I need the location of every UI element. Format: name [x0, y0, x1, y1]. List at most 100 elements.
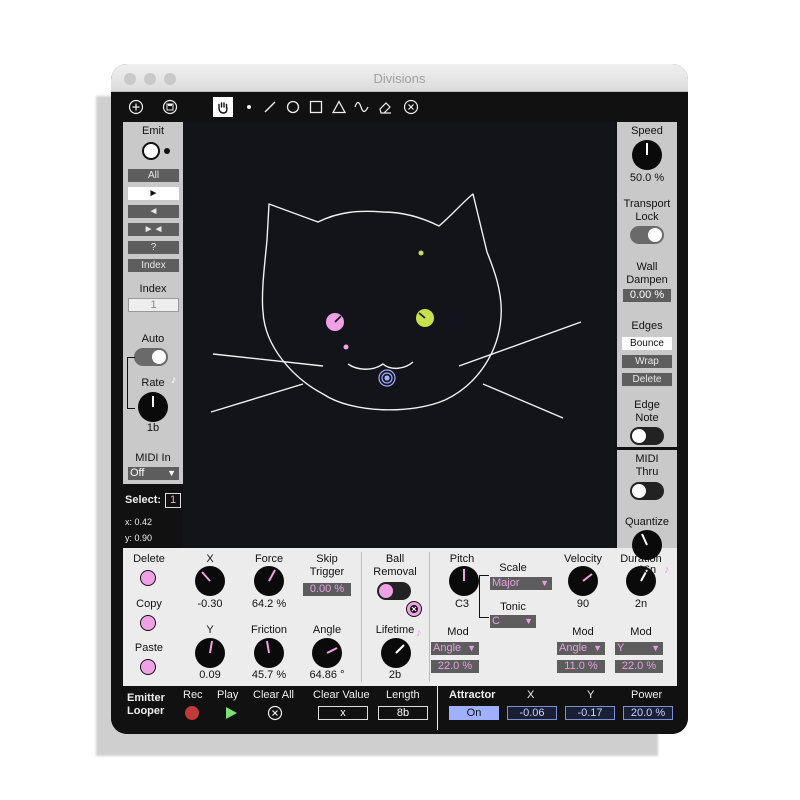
midi-thru-toggle[interactable]	[630, 482, 664, 500]
y-readout: y: 0.90	[125, 533, 153, 543]
mode-all-button[interactable]: All	[128, 169, 179, 182]
transport-lock-label-1: Transport	[623, 198, 671, 210]
wall-dampen-label-2: Dampen	[626, 274, 668, 286]
ball-removal-clear-icon[interactable]	[406, 601, 422, 617]
parameter-strip: Delete Copy Paste X -0.30 Y 0.09 Force 6…	[123, 548, 677, 686]
ball-removal-toggle[interactable]	[377, 582, 411, 600]
circle-icon[interactable]	[284, 98, 302, 116]
mode-pingpong-button[interactable]: ►◄	[128, 223, 179, 236]
delete-label: Delete	[133, 553, 165, 565]
mod1-source-dropdown[interactable]: Angle ▼	[431, 642, 479, 655]
hand-icon[interactable]	[213, 97, 233, 117]
rate-knob[interactable]	[138, 392, 168, 422]
force-knob[interactable]	[254, 566, 284, 596]
midi-in-dropdown[interactable]: Off ▼	[128, 467, 179, 480]
delete-button[interactable]	[140, 570, 156, 586]
mode-random-button[interactable]: ?	[128, 241, 179, 254]
mod2-label: Mod	[572, 626, 594, 638]
angle-knob[interactable]	[312, 638, 342, 668]
y-knob[interactable]	[195, 638, 225, 668]
plugin-window: Divisions Emit All ► ◄ ►◄ ? Index Index …	[111, 64, 688, 734]
point-icon[interactable]	[241, 98, 257, 116]
skip-trigger-label-1: Skip	[316, 553, 338, 565]
title-bar[interactable]: Divisions	[111, 64, 688, 92]
wave-icon[interactable]	[353, 98, 371, 116]
scale-label: Scale	[499, 562, 527, 574]
edges-wrap-button[interactable]: Wrap	[622, 355, 672, 368]
emitter-panel: Emit All ► ◄ ►◄ ? Index Index 1 Auto Rat…	[123, 122, 183, 484]
mode-backward-button[interactable]: ◄	[128, 205, 179, 218]
mode-index-button[interactable]: Index	[128, 259, 179, 272]
record-button[interactable]	[185, 706, 199, 720]
transport-lock-label-2: Lock	[635, 211, 659, 223]
index-number-box[interactable]: 1	[128, 298, 179, 312]
auto-toggle[interactable]	[134, 348, 168, 366]
mod2-amount-box[interactable]: 11.0 %	[557, 660, 605, 673]
square-icon[interactable]	[307, 98, 325, 116]
lifetime-label: Lifetime	[375, 624, 415, 636]
line-icon[interactable]	[261, 98, 279, 116]
clear-icon[interactable]	[402, 98, 420, 116]
midi-in-label: MIDI In	[135, 452, 171, 464]
force-value: 64.2 %	[251, 598, 287, 610]
mod1-source: Angle	[433, 642, 462, 654]
midi-in-value: Off	[130, 467, 145, 479]
dropdown-arrow-icon: ▼	[524, 616, 533, 626]
mod2-source-dropdown[interactable]: Angle ▼	[557, 642, 605, 655]
clear-value-box[interactable]: x	[318, 706, 368, 720]
power-box[interactable]: 20.0 %	[623, 706, 673, 720]
attractor-x-label: X	[527, 689, 535, 701]
edge-note-toggle[interactable]	[630, 427, 664, 445]
drawing-canvas[interactable]	[183, 122, 615, 548]
skip-trigger-box[interactable]: 0.00 %	[303, 583, 351, 596]
paste-button[interactable]	[140, 659, 156, 675]
rate-value: 1b	[146, 422, 160, 434]
clear-all-label: Clear All	[253, 689, 294, 701]
speed-knob[interactable]	[632, 140, 662, 170]
wall-dampen-box[interactable]: 0.00 %	[623, 289, 671, 302]
triangle-icon[interactable]	[330, 98, 348, 116]
angle-value: 64.86 °	[309, 669, 345, 681]
edges-delete-button[interactable]: Delete	[622, 373, 672, 386]
pitch-knob[interactable]	[449, 566, 479, 596]
mod3-source: Y	[617, 642, 625, 654]
quantize-value: 16n	[637, 564, 657, 576]
midi-thru-label-2: Thru	[635, 466, 659, 478]
clear-all-icon[interactable]	[267, 705, 283, 721]
plus-circle-icon[interactable]	[127, 98, 145, 116]
save-icon[interactable]	[161, 98, 179, 116]
quantize-knob[interactable]	[632, 530, 662, 560]
attractor-x-box[interactable]: -0.06	[507, 706, 557, 720]
transport-lock-toggle[interactable]	[630, 226, 664, 244]
eraser-icon[interactable]	[376, 98, 394, 116]
x-knob[interactable]	[195, 566, 225, 596]
mod3-label: Mod	[630, 626, 652, 638]
rec-label: Rec	[183, 689, 203, 701]
velocity-knob[interactable]	[568, 566, 598, 596]
emit-button[interactable]	[142, 142, 160, 160]
lifetime-knob[interactable]	[381, 638, 411, 668]
copy-button[interactable]	[140, 615, 156, 631]
music-note-icon: ♪	[416, 627, 422, 639]
mod3-amount-box[interactable]: 22.0 %	[615, 660, 663, 673]
pitch-label: Pitch	[449, 553, 475, 565]
play-button[interactable]	[223, 705, 239, 721]
friction-knob[interactable]	[254, 638, 284, 668]
y-label: Y	[206, 624, 214, 636]
app-body: Emit All ► ◄ ►◄ ? Index Index 1 Auto Rat…	[111, 92, 688, 734]
edges-bounce-button[interactable]: Bounce	[622, 337, 672, 350]
mod3-source-dropdown[interactable]: Y ▼	[615, 642, 663, 655]
copy-label: Copy	[136, 598, 162, 610]
select-number-box[interactable]: 1	[165, 493, 181, 508]
scale-dropdown[interactable]: Major ▼	[490, 577, 552, 590]
attractor-y-box[interactable]: -0.17	[565, 706, 615, 720]
attractor-toggle[interactable]: On	[449, 706, 499, 720]
index-label: Index	[139, 283, 167, 295]
angle-label: Angle	[312, 624, 342, 636]
length-box[interactable]: 8b	[378, 706, 428, 720]
x-readout: x: 0.42	[125, 517, 153, 527]
mod1-amount-box[interactable]: 22.0 %	[431, 660, 479, 673]
tonic-dropdown[interactable]: C ▼	[490, 615, 536, 628]
attractor-y-label: Y	[587, 689, 595, 701]
mode-forward-button[interactable]: ►	[128, 187, 179, 200]
